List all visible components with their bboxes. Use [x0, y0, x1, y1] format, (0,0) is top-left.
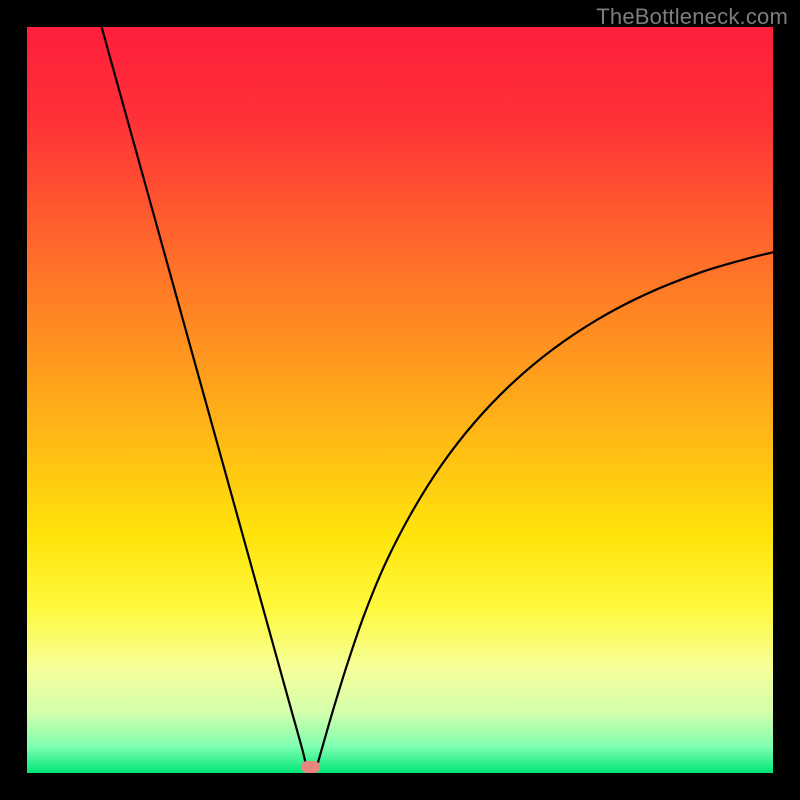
gradient-background	[27, 27, 773, 773]
chart-svg	[27, 27, 773, 773]
plot-area	[27, 27, 773, 773]
chart-frame: TheBottleneck.com	[0, 0, 800, 800]
bottleneck-marker	[301, 761, 320, 773]
watermark-text: TheBottleneck.com	[596, 4, 788, 30]
